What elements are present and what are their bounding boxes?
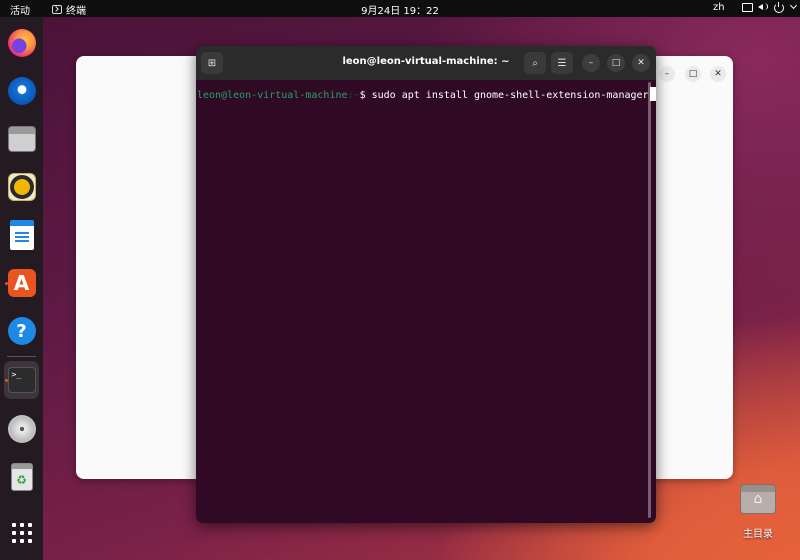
- input-method-indicator[interactable]: zh: [713, 2, 725, 13]
- house-icon: ⌂: [753, 491, 763, 507]
- maximize-icon: □: [611, 58, 621, 68]
- system-tray[interactable]: [742, 2, 799, 13]
- rhythmbox-icon: [7, 173, 36, 201]
- prompt-symbol: $: [359, 90, 372, 101]
- help-icon: ?: [7, 317, 36, 345]
- dock-item-firefox[interactable]: [4, 24, 39, 62]
- terminal-output[interactable]: leon@leon-virtual-machine:~$ sudo apt in…: [196, 80, 656, 523]
- dock: A ? >_ ♻: [0, 17, 43, 560]
- terminal-header-bar[interactable]: ⊞ leon@leon-virtual-machine: ~ ⌕ ☰ – □ ✕: [196, 46, 656, 80]
- volume-icon[interactable]: [758, 2, 768, 11]
- home-folder-label[interactable]: 主目录: [733, 525, 783, 540]
- home-folder-icon[interactable]: ⌂: [737, 478, 779, 518]
- power-icon[interactable]: [774, 2, 784, 13]
- software-icon: A: [7, 269, 36, 297]
- dock-item-rhythmbox[interactable]: [4, 168, 39, 206]
- show-apps-button[interactable]: [4, 514, 39, 552]
- prompt-user: leon@leon-virtual-machine: [197, 90, 348, 101]
- writer-icon: [9, 220, 34, 250]
- thunderbird-icon: [7, 77, 36, 105]
- search-button[interactable]: ⌕: [524, 52, 546, 74]
- trash-icon: ♻: [10, 463, 33, 491]
- command-text: sudo apt install gnome-shell-extension-m…: [371, 90, 649, 101]
- dock-item-files[interactable]: [4, 120, 39, 158]
- minimize-button[interactable]: –: [582, 54, 600, 72]
- top-bar: 活动 终端 9月24日 19：22 zh: [0, 0, 800, 17]
- dock-item-help[interactable]: ?: [4, 312, 39, 350]
- terminal-window[interactable]: ⊞ leon@leon-virtual-machine: ~ ⌕ ☰ – □ ✕…: [196, 46, 656, 523]
- dock-separator: [7, 356, 36, 357]
- minimize-icon: –: [588, 58, 594, 68]
- dock-item-thunderbird[interactable]: [4, 72, 39, 110]
- running-indicator: [5, 282, 8, 285]
- dock-item-software[interactable]: A: [4, 264, 39, 302]
- hamburger-menu-icon: ☰: [557, 57, 567, 69]
- minimize-button[interactable]: –: [659, 66, 675, 82]
- maximize-button[interactable]: □: [685, 66, 701, 82]
- network-icon[interactable]: [742, 2, 753, 12]
- maximize-button[interactable]: □: [607, 54, 625, 72]
- dock-item-terminal[interactable]: >_: [4, 361, 39, 399]
- close-icon: ✕: [637, 58, 645, 68]
- disc-icon: [7, 415, 36, 443]
- terminal-icon: >_: [7, 367, 36, 393]
- dock-item-disc[interactable]: [4, 410, 39, 448]
- dock-item-trash[interactable]: ♻: [4, 458, 39, 496]
- clock[interactable]: 9月24日 19：22: [0, 2, 800, 17]
- dock-item-writer[interactable]: [4, 216, 39, 254]
- running-indicator: [5, 379, 8, 382]
- close-button[interactable]: ✕: [632, 54, 650, 72]
- scrollbar[interactable]: [648, 82, 651, 518]
- search-icon: ⌕: [532, 57, 538, 69]
- close-button[interactable]: ✕: [710, 66, 726, 82]
- app-grid-icon: [11, 523, 32, 543]
- files-icon: [7, 126, 36, 152]
- menu-button[interactable]: ☰: [551, 52, 573, 74]
- firefox-icon: [7, 29, 36, 57]
- caret-down-icon[interactable]: [790, 2, 799, 11]
- prompt-path: :~: [347, 90, 360, 101]
